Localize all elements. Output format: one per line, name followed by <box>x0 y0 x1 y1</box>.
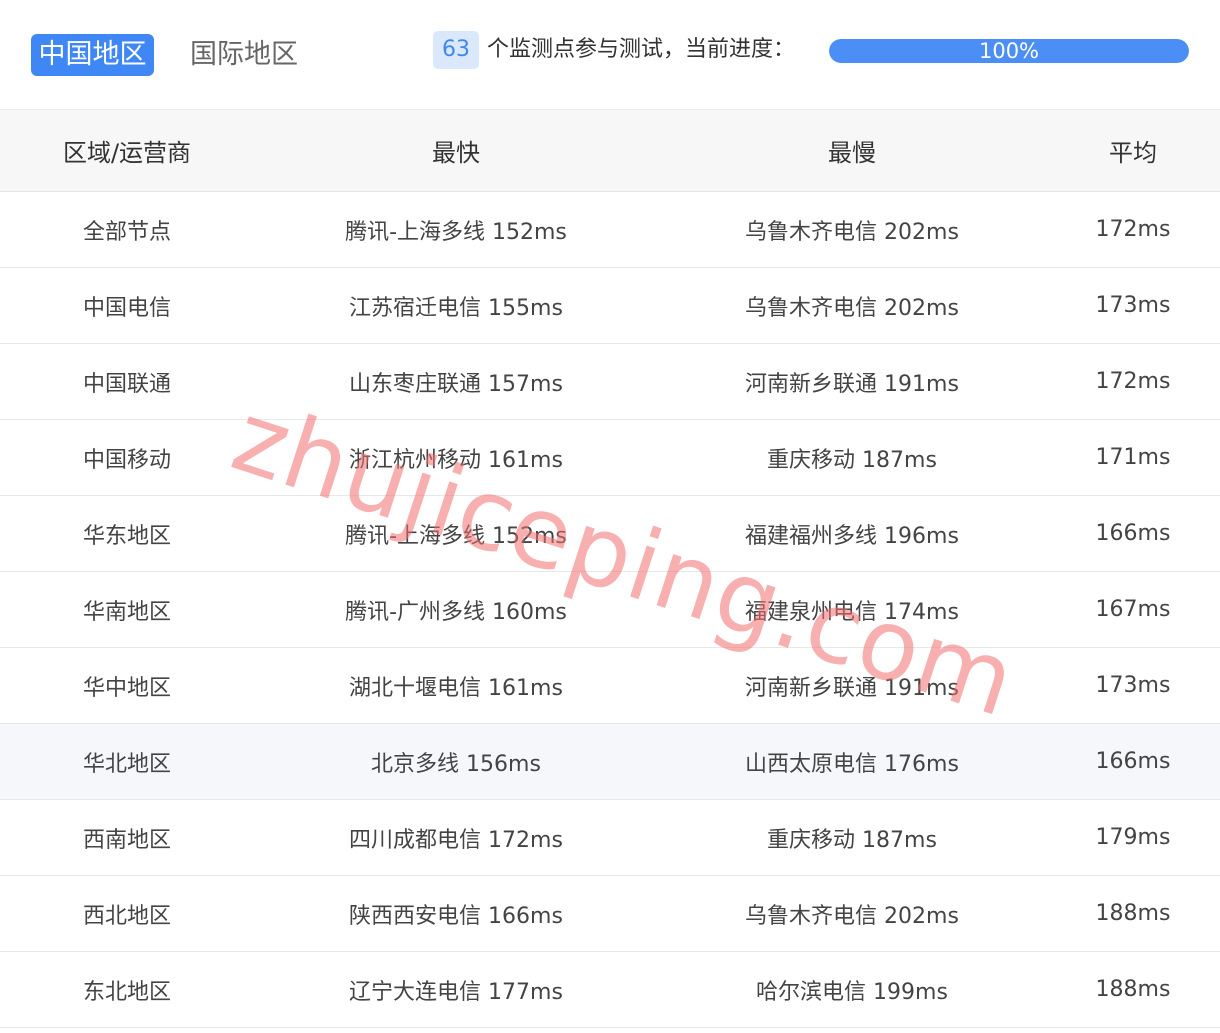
table-row: 中国移动 浙江杭州移动 161ms 重庆移动 187ms 171ms <box>0 419 1220 496</box>
table-row: 中国联通 山东枣庄联通 157ms 河南新乡联通 191ms 172ms <box>0 343 1220 420</box>
table-row: 中国电信 江苏宿迁电信 155ms 乌鲁木齐电信 202ms 173ms <box>0 267 1220 344</box>
cell-region: 华东地区 <box>82 523 171 549</box>
cell-average: 173ms <box>1095 293 1171 318</box>
cell-region: 东北地区 <box>82 979 171 1005</box>
cell-fastest: 腾讯-上海多线 152ms <box>345 523 567 549</box>
cell-region: 西南地区 <box>82 827 171 853</box>
cell-slowest: 重庆移动 187ms <box>767 447 937 473</box>
cell-average: 166ms <box>1095 749 1171 774</box>
cell-average: 172ms <box>1095 217 1171 242</box>
cell-fastest: 腾讯-上海多线 152ms <box>345 219 567 245</box>
cell-average: 171ms <box>1095 445 1171 470</box>
table-row: 华东地区 腾讯-上海多线 152ms 福建福州多线 196ms 166ms <box>0 495 1220 572</box>
tab-international-region[interactable]: 国际地区 <box>180 34 308 76</box>
cell-average: 188ms <box>1095 901 1171 926</box>
table-row: 西北地区 陕西西安电信 166ms 乌鲁木齐电信 202ms 188ms <box>0 875 1220 952</box>
cell-region: 华中地区 <box>82 675 171 701</box>
cell-slowest: 重庆移动 187ms <box>767 827 937 853</box>
cell-average: 179ms <box>1095 825 1171 850</box>
cell-fastest: 山东枣庄联通 157ms <box>349 371 563 397</box>
top-bar: 中国地区 国际地区 63 个监测点参与测试，当前进度： 100% <box>0 0 1220 109</box>
cell-slowest: 乌鲁木齐电信 202ms <box>745 903 959 929</box>
cell-region: 全部节点 <box>82 219 171 245</box>
cell-fastest: 辽宁大连电信 177ms <box>349 979 563 1005</box>
cell-region: 华南地区 <box>82 599 171 625</box>
cell-fastest: 四川成都电信 172ms <box>349 827 563 853</box>
cell-fastest: 腾讯-广州多线 160ms <box>345 599 567 625</box>
cell-slowest: 哈尔滨电信 199ms <box>756 979 948 1005</box>
monitor-progress-text: 个监测点参与测试，当前进度： <box>487 37 796 62</box>
progress-label: 100% <box>978 39 1040 63</box>
cell-slowest: 山西太原电信 176ms <box>745 751 959 777</box>
table-row: 西南地区 四川成都电信 172ms 重庆移动 187ms 179ms <box>0 799 1220 876</box>
column-header-average: 平均 <box>1109 139 1157 167</box>
cell-fastest: 江苏宿迁电信 155ms <box>349 295 563 321</box>
cell-slowest: 河南新乡联通 191ms <box>745 371 959 397</box>
cell-average: 173ms <box>1095 673 1171 698</box>
table-row: 全部节点 腾讯-上海多线 152ms 乌鲁木齐电信 202ms 172ms <box>0 191 1220 268</box>
table-row: 华北地区 北京多线 156ms 山西太原电信 176ms 166ms <box>0 723 1220 800</box>
column-header-fastest: 最快 <box>432 139 480 167</box>
cell-slowest: 河南新乡联通 191ms <box>745 675 959 701</box>
monitor-count-badge: 63 <box>433 31 479 69</box>
cell-average: 166ms <box>1095 521 1171 546</box>
cell-average: 188ms <box>1095 977 1171 1002</box>
cell-region: 西北地区 <box>82 903 171 929</box>
table-header-row: 区域/运营商 最快 最慢 平均 <box>0 109 1220 192</box>
cell-fastest: 湖北十堰电信 161ms <box>349 675 563 701</box>
table-row: 华南地区 腾讯-广州多线 160ms 福建泉州电信 174ms 167ms <box>0 571 1220 648</box>
cell-region: 中国电信 <box>82 295 171 321</box>
cell-fastest: 浙江杭州移动 161ms <box>349 447 563 473</box>
cell-region: 中国移动 <box>82 447 171 473</box>
cell-region: 中国联通 <box>82 371 171 397</box>
cell-fastest: 陕西西安电信 166ms <box>349 903 563 929</box>
latency-test-page: 中国地区 国际地区 63 个监测点参与测试，当前进度： 100% 区域/运营商 … <box>0 0 1220 1033</box>
table-row: 东北地区 辽宁大连电信 177ms 哈尔滨电信 199ms 188ms <box>0 951 1220 1028</box>
cell-slowest: 福建泉州电信 174ms <box>745 599 959 625</box>
cell-slowest: 乌鲁木齐电信 202ms <box>745 295 959 321</box>
cell-slowest: 福建福州多线 196ms <box>745 523 959 549</box>
column-header-slowest: 最慢 <box>828 139 876 167</box>
cell-slowest: 乌鲁木齐电信 202ms <box>745 219 959 245</box>
latency-table: 区域/运营商 最快 最慢 平均 全部节点 腾讯-上海多线 152ms 乌鲁木齐电… <box>0 109 1220 1028</box>
cell-region: 华北地区 <box>82 751 171 777</box>
cell-average: 172ms <box>1095 369 1171 394</box>
cell-fastest: 北京多线 156ms <box>371 751 541 777</box>
column-header-region: 区域/运营商 <box>62 139 192 167</box>
progress-bar: 100% <box>829 39 1189 63</box>
cell-average: 167ms <box>1095 597 1171 622</box>
table-body: 全部节点 腾讯-上海多线 152ms 乌鲁木齐电信 202ms 172ms 中国… <box>0 191 1220 1028</box>
table-row: 华中地区 湖北十堰电信 161ms 河南新乡联通 191ms 173ms <box>0 647 1220 724</box>
tab-china-region[interactable]: 中国地区 <box>31 34 154 76</box>
